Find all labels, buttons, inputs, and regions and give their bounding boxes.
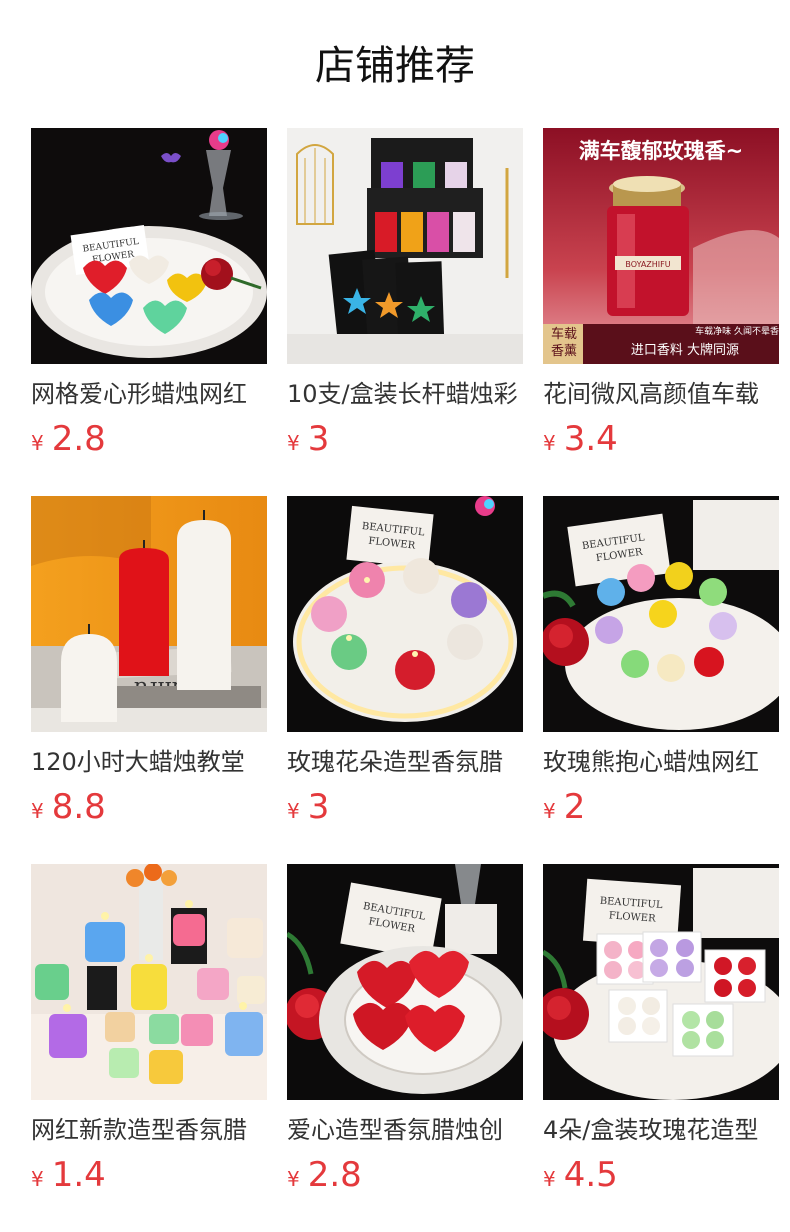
price-value: 3 [307, 787, 330, 827]
product-name[interactable]: 爱心造型香氛腊烛创 [287, 1113, 523, 1147]
product-name[interactable]: 花间微风高颜值车载 [543, 377, 779, 411]
image-side-badge: 车载香薰 [550, 327, 577, 359]
currency-symbol: ¥ [31, 1167, 44, 1191]
product-image[interactable]: BEAUTIFUL FLOWER [287, 496, 523, 732]
product-card[interactable]: BEAUTIFUL FLOWER 爱心造型香氛腊烛创 ¥2.8 [287, 864, 523, 1232]
page-title: 店铺推荐 [315, 43, 475, 89]
image-footer-text: 进口香料 大牌同源 [631, 342, 739, 358]
product-price: ¥2.8 [287, 1155, 523, 1195]
product-image[interactable]: 满车馥郁玫瑰香~ BOYAZHIFU 车载香薰 车载净味 久闻不晕香 进口香料 … [543, 128, 779, 364]
product-name[interactable]: 玫瑰花朵造型香氛腊 [287, 745, 523, 779]
product-image[interactable] [31, 864, 267, 1100]
product-card[interactable]: 网红新款造型香氛腊 ¥1.4 [31, 864, 267, 1232]
currency-symbol: ¥ [543, 1167, 556, 1191]
product-card[interactable]: ianra 120小时大蜡烛教堂 ¥8.8 [31, 496, 267, 864]
product-card[interactable]: BEAUTIFUL FLOWER 网格爱心形蜡烛网红 ¥2.8 [31, 128, 267, 496]
currency-symbol: ¥ [287, 799, 300, 823]
price-value: 2.8 [307, 1155, 362, 1195]
product-grid: BEAUTIFUL FLOWER 网格爱心形蜡烛网红 ¥2.8 10支/盒装长杆… [31, 128, 779, 1232]
product-price: ¥3.4 [543, 419, 779, 459]
product-price: ¥2 [543, 787, 779, 827]
product-name[interactable]: 4朵/盒装玫瑰花造型 [543, 1113, 779, 1147]
product-card[interactable]: BEAUTIFUL FLOWER 玫瑰花朵造型香氛腊 ¥3 [287, 496, 523, 864]
currency-symbol: ¥ [543, 799, 556, 823]
price-value: 8.8 [51, 787, 106, 827]
product-price: ¥3 [287, 419, 523, 459]
product-name[interactable]: 120小时大蜡烛教堂 [31, 745, 267, 779]
product-card[interactable]: 满车馥郁玫瑰香~ BOYAZHIFU 车载香薰 车载净味 久闻不晕香 进口香料 … [543, 128, 779, 496]
product-image[interactable]: BEAUTIFUL FLOWER [543, 496, 779, 732]
product-name[interactable]: 网红新款造型香氛腊 [31, 1113, 267, 1147]
product-card[interactable]: 10支/盒装长杆蜡烛彩 ¥3 [287, 128, 523, 496]
price-value: 4.5 [563, 1155, 618, 1195]
product-price: ¥8.8 [31, 787, 267, 827]
currency-symbol: ¥ [31, 431, 44, 455]
image-banner-text: 满车馥郁玫瑰香~ [579, 139, 744, 163]
product-image[interactable]: BEAUTIFUL FLOWER [31, 128, 267, 364]
product-card[interactable]: BEAUTIFUL FLOWER 玫瑰熊抱心蜡烛网红 ¥2 [543, 496, 779, 864]
image-brand-text: BOYAZHIFU [625, 260, 670, 269]
currency-symbol: ¥ [543, 431, 556, 455]
product-price: ¥4.5 [543, 1155, 779, 1195]
price-value: 3.4 [563, 419, 618, 459]
product-name[interactable]: 网格爱心形蜡烛网红 [31, 377, 267, 411]
product-name[interactable]: 玫瑰熊抱心蜡烛网红 [543, 745, 779, 779]
currency-symbol: ¥ [31, 799, 44, 823]
price-value: 1.4 [51, 1155, 106, 1195]
product-price: ¥1.4 [31, 1155, 267, 1195]
product-name[interactable]: 10支/盒装长杆蜡烛彩 [287, 377, 523, 411]
price-value: 2.8 [51, 419, 106, 459]
product-image[interactable]: BEAUTIFUL FLOWER [287, 864, 523, 1100]
product-card[interactable]: BEAUTIFUL FLOWER 4朵/盒装玫瑰花造型 ¥4.5 [543, 864, 779, 1232]
product-price: ¥3 [287, 787, 523, 827]
product-price: ¥2.8 [31, 419, 267, 459]
product-image[interactable]: BEAUTIFUL FLOWER [543, 864, 779, 1100]
currency-symbol: ¥ [287, 431, 300, 455]
product-image[interactable] [287, 128, 523, 364]
price-value: 2 [563, 787, 586, 827]
currency-symbol: ¥ [287, 1167, 300, 1191]
product-image[interactable]: ianra [31, 496, 267, 732]
price-value: 3 [307, 419, 330, 459]
image-tags-text: 车载净味 久闻不晕香 [695, 325, 779, 337]
